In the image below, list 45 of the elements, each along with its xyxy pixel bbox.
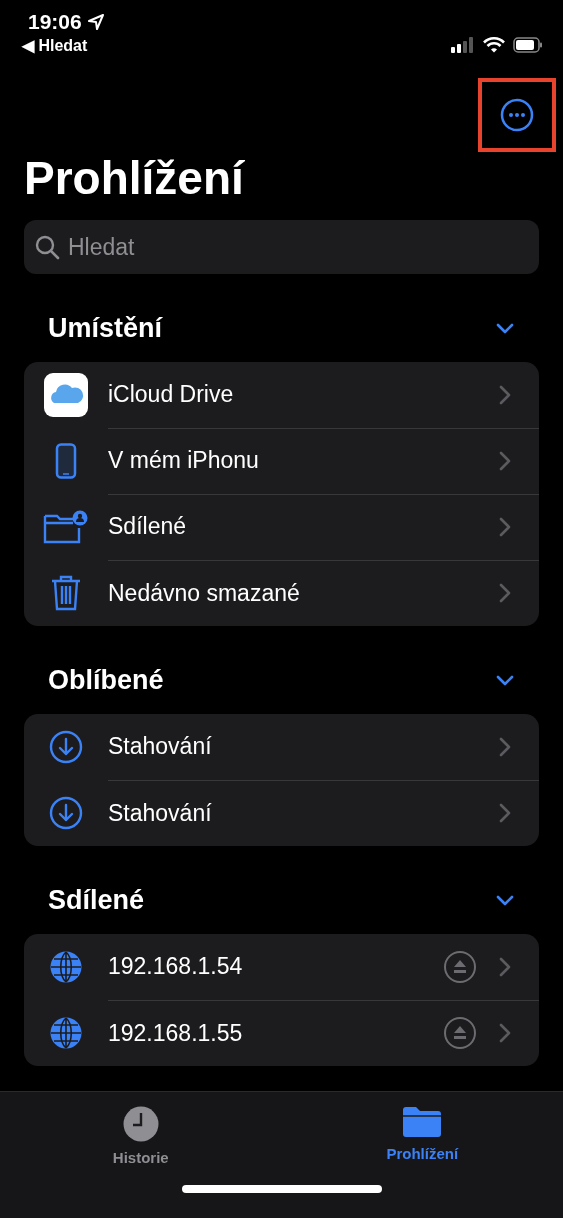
section-title: Umístění (48, 312, 163, 344)
download-icon (49, 730, 83, 764)
disclosure-icon (499, 956, 511, 977)
wifi-icon (483, 37, 505, 53)
search-field[interactable]: Hledat (24, 220, 539, 274)
location-label[interactable]: Stahování (108, 799, 477, 827)
disclosure-icon (499, 1023, 511, 1043)
status-time: 19:06 (28, 10, 82, 34)
globe-icon (49, 950, 83, 984)
disclosure-icon (499, 384, 511, 405)
back-link[interactable]: ◀ Hledat (22, 36, 106, 55)
download-icon (49, 796, 83, 830)
signal-icon (451, 37, 475, 53)
page-title: Prohlížení (24, 151, 246, 206)
section-title: Sdílené (48, 884, 145, 916)
trash-icon (50, 575, 82, 611)
battery-icon (513, 37, 543, 53)
phone-icon (55, 443, 77, 479)
cloud-icon (44, 373, 88, 417)
location-label[interactable]: iCloud Drive (108, 381, 477, 408)
globe-icon (49, 1016, 83, 1050)
chevron-icon[interactable] (495, 893, 515, 907)
shared-folder-icon (43, 510, 89, 544)
location-label[interactable]: 192.168.1.54 (108, 953, 421, 980)
eject-icon[interactable] (443, 949, 477, 984)
disclosure-icon (499, 583, 511, 603)
section-title: Oblíbené (48, 664, 164, 696)
folder-icon (401, 1105, 444, 1139)
eject-icon[interactable] (443, 1016, 477, 1050)
location-label[interactable]: V mém iPhonu (108, 447, 477, 474)
disclosure-icon (499, 736, 511, 757)
tab-button[interactable]: Historie (60, 1104, 221, 1167)
more-icon (500, 98, 534, 132)
disclosure-icon (499, 450, 511, 471)
location-arrow-icon (85, 12, 106, 32)
disclosure-icon (499, 803, 511, 823)
location-label[interactable]: Sdílené (108, 513, 477, 540)
location-label[interactable]: 192.168.1.55 (108, 1019, 421, 1047)
tab-button[interactable]: Prohlížení (342, 1104, 503, 1167)
location-label[interactable]: Stahování (108, 733, 477, 760)
more-button[interactable] (478, 78, 556, 152)
chevron-icon[interactable] (495, 321, 515, 335)
disclosure-icon (499, 516, 511, 537)
location-label[interactable]: Nedávno smazané (108, 579, 477, 607)
chevron-icon[interactable] (495, 673, 515, 687)
